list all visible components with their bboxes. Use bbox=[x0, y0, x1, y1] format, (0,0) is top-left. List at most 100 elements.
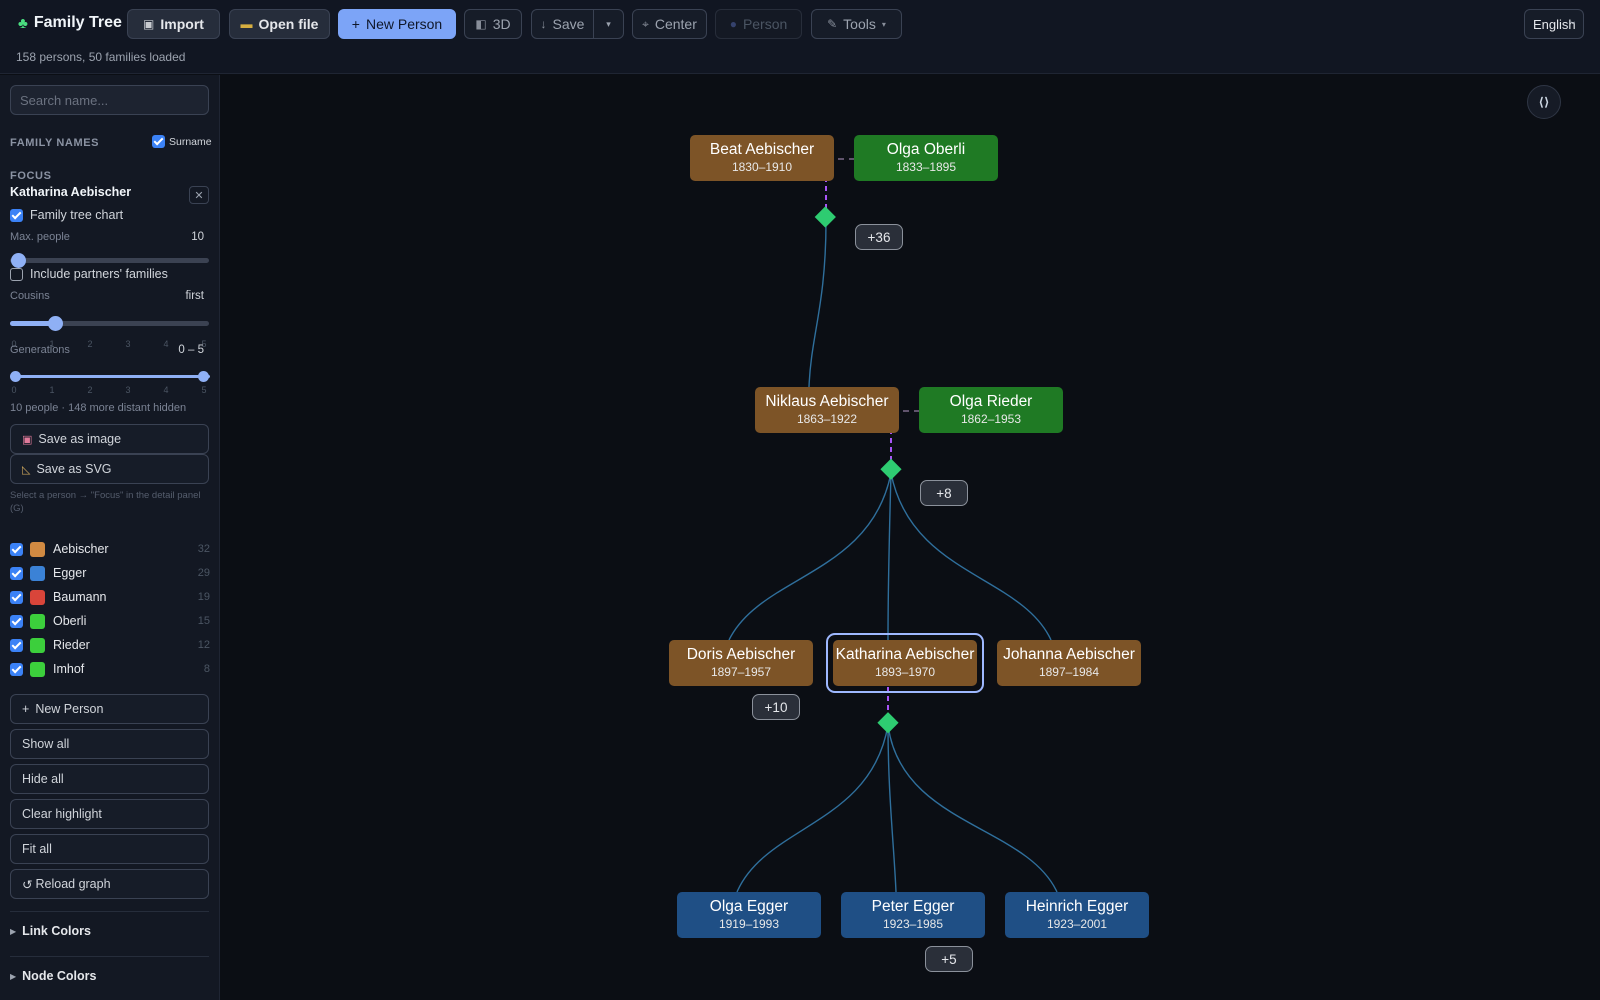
person-node-heinrich-egger[interactable]: Heinrich Egger 1923–2001 bbox=[1005, 892, 1149, 938]
person-node-doris-aebischer[interactable]: Doris Aebischer 1897–1957 bbox=[669, 640, 813, 686]
family-color-swatch[interactable] bbox=[30, 541, 45, 557]
fit-all-button[interactable]: Fit all bbox=[10, 834, 209, 864]
person-node-olga-oberli[interactable]: Olga Oberli 1833–1895 bbox=[854, 135, 998, 181]
hidden-count-badge[interactable]: +5 bbox=[925, 946, 973, 972]
clear-focus-button[interactable]: ✕ bbox=[189, 186, 209, 204]
tick-label: 3 bbox=[125, 385, 131, 395]
plus-icon: + bbox=[351, 16, 360, 32]
family-checkbox[interactable] bbox=[10, 542, 23, 556]
search-input[interactable]: Search name... bbox=[10, 85, 209, 115]
child-link bbox=[887, 472, 892, 641]
family-checkbox[interactable] bbox=[10, 614, 23, 628]
import-button[interactable]: ▣ Import bbox=[127, 9, 220, 39]
save-dropdown-button[interactable]: ▾ bbox=[593, 9, 624, 39]
person-node-olga-egger[interactable]: Olga Egger 1919–1993 bbox=[677, 892, 821, 938]
visibility-summary: 10 people · 148 more distant hidden bbox=[10, 402, 187, 414]
slider-thumb-min[interactable] bbox=[10, 371, 21, 382]
language-select[interactable]: English ⌄ bbox=[1524, 9, 1584, 39]
family-tree-chart-toggle[interactable]: Family tree chart bbox=[10, 208, 123, 222]
family-tree-chart-checkbox[interactable] bbox=[10, 208, 23, 222]
clear-highlight-button[interactable]: Clear highlight bbox=[10, 799, 209, 829]
save-svg-button[interactable]: ◺ Save as SVG bbox=[10, 454, 209, 484]
generations-slider[interactable] bbox=[10, 371, 210, 382]
show-all-button[interactable]: Show all bbox=[10, 729, 209, 759]
graph-links bbox=[728, 158, 1058, 893]
open-file-button[interactable]: ▬ Open file bbox=[229, 9, 330, 39]
max-people-slider[interactable] bbox=[10, 253, 209, 268]
family-item-imhof[interactable]: Imhof 8 bbox=[10, 660, 210, 678]
divider bbox=[10, 956, 209, 957]
generations-label: Generations bbox=[10, 344, 70, 356]
family-item-rieder[interactable]: Rieder 12 bbox=[10, 636, 210, 654]
person-button[interactable]: ● Person bbox=[715, 9, 802, 39]
family-color-swatch[interactable] bbox=[30, 589, 45, 605]
slider-thumb-max[interactable] bbox=[198, 371, 209, 382]
family-item-aebischer[interactable]: Aebischer 32 bbox=[10, 540, 210, 558]
tick-label: 5 bbox=[201, 385, 207, 395]
tick-label: 3 bbox=[125, 339, 131, 349]
tick-label: 1 bbox=[49, 385, 55, 395]
tick-label: 4 bbox=[163, 385, 169, 395]
image-icon: ▣ bbox=[22, 433, 33, 446]
chevron-down-icon: ▾ bbox=[881, 19, 886, 29]
wrench-icon: ✎ bbox=[827, 17, 838, 31]
plus-icon: + bbox=[22, 702, 30, 716]
save-image-button[interactable]: ▣ Save as image bbox=[10, 424, 209, 454]
person-icon: ● bbox=[729, 17, 737, 31]
family-color-swatch[interactable] bbox=[30, 637, 45, 653]
child-link bbox=[890, 472, 1052, 641]
hidden-count-badge[interactable]: +10 bbox=[752, 694, 800, 720]
person-node-peter-egger[interactable]: Peter Egger 1923–1985 bbox=[841, 892, 985, 938]
family-color-swatch[interactable] bbox=[30, 613, 45, 629]
family-item-egger[interactable]: Egger 29 bbox=[10, 564, 210, 582]
cousins-slider[interactable] bbox=[10, 316, 209, 331]
sidebar: Search name... FAMILY NAMES Surname FOCU… bbox=[0, 75, 220, 1000]
ruler-icon: ◺ bbox=[22, 463, 31, 476]
reload-graph-button[interactable]: ↺ Reload graph bbox=[10, 869, 209, 899]
max-people-value: 10 bbox=[191, 231, 204, 243]
person-node-beat-aebischer[interactable]: Beat Aebischer 1830–1910 bbox=[690, 135, 834, 181]
slider-thumb[interactable] bbox=[48, 316, 63, 331]
family-item-oberli[interactable]: Oberli 15 bbox=[10, 612, 210, 630]
family-item-baumann[interactable]: Baumann 19 bbox=[10, 588, 210, 606]
hidden-count-badge[interactable]: +36 bbox=[855, 224, 903, 250]
sidebar-new-person-button[interactable]: + New Person bbox=[10, 694, 209, 724]
include-partners-checkbox[interactable] bbox=[10, 267, 23, 281]
person-node-niklaus-aebischer[interactable]: Niklaus Aebischer 1863–1922 bbox=[755, 387, 899, 433]
focus-hint: Select a person → "Focus" in the detail … bbox=[10, 490, 201, 514]
hide-all-button[interactable]: Hide all bbox=[10, 764, 209, 794]
surname-toggle[interactable]: Surname bbox=[152, 135, 212, 148]
graph-canvas[interactable]: ⟨⟩ Beat Aebischer 1830–1910 Olga Oberli … bbox=[221, 75, 1600, 1000]
person-node-johanna-aebischer[interactable]: Johanna Aebischer 1897–1984 bbox=[997, 640, 1141, 686]
include-partners-toggle[interactable]: Include partners' families bbox=[10, 267, 168, 281]
max-people-label: Max. people bbox=[10, 231, 70, 243]
family-checkbox[interactable] bbox=[10, 566, 23, 580]
folder-icon: ▬ bbox=[240, 17, 253, 31]
slider-thumb[interactable] bbox=[11, 253, 26, 268]
child-link bbox=[728, 472, 892, 641]
app-brand: ♣ Family Tree bbox=[18, 14, 122, 32]
family-color-swatch[interactable] bbox=[30, 661, 45, 677]
family-checkbox[interactable] bbox=[10, 590, 23, 604]
surname-checkbox[interactable] bbox=[152, 135, 165, 148]
person-node-olga-rieder[interactable]: Olga Rieder 1862–1953 bbox=[919, 387, 1063, 433]
link-colors-section[interactable]: ▶ Link Colors bbox=[10, 924, 91, 938]
tick-label: 4 bbox=[163, 339, 169, 349]
person-node-katharina-aebischer[interactable]: Katharina Aebischer 1893–1970 bbox=[833, 640, 977, 686]
view-3d-button[interactable]: ◧ 3D bbox=[464, 9, 522, 39]
focus-person-name: Katharina Aebischer bbox=[10, 185, 132, 199]
family-color-swatch[interactable] bbox=[30, 565, 45, 581]
code-brackets-icon: ⟨⟩ bbox=[1538, 95, 1550, 109]
hidden-count-badge[interactable]: +8 bbox=[920, 480, 968, 506]
fit-view-button[interactable]: ⟨⟩ bbox=[1527, 85, 1561, 119]
family-checkbox[interactable] bbox=[10, 638, 23, 652]
union-marker bbox=[814, 206, 836, 228]
family-checkbox[interactable] bbox=[10, 662, 23, 676]
center-button[interactable]: ⌖ Center bbox=[632, 9, 707, 39]
chevron-down-icon: ⌄ bbox=[1568, 16, 1577, 27]
tools-button[interactable]: ✎ Tools ▾ bbox=[811, 9, 902, 39]
node-colors-section[interactable]: ▶ Node Colors bbox=[10, 969, 96, 983]
app-title: Family Tree bbox=[33, 14, 122, 31]
new-person-button[interactable]: + New Person bbox=[338, 9, 456, 39]
save-button[interactable]: ↓ Save bbox=[531, 9, 594, 39]
